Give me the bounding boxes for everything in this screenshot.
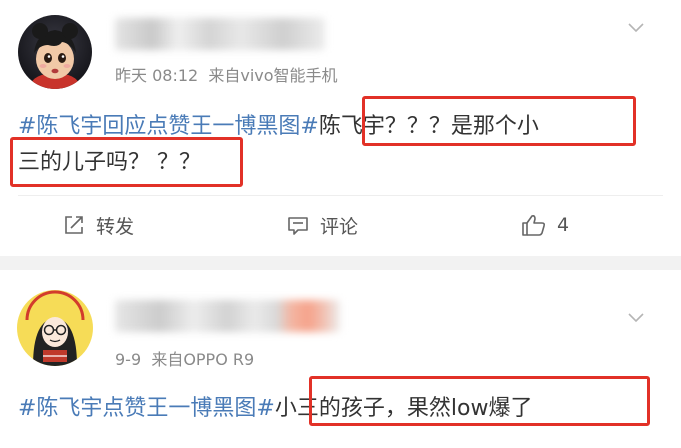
comment-button[interactable]: 评论 xyxy=(286,205,358,245)
like-button[interactable]: 4 xyxy=(521,205,569,245)
post-time: 昨天 08:12 xyxy=(115,66,199,85)
repost-icon xyxy=(65,216,83,234)
comment-label: 评论 xyxy=(320,215,359,238)
avatar[interactable] xyxy=(18,15,92,89)
repost-label: 转发 xyxy=(96,215,135,238)
username-blurred[interactable] xyxy=(115,18,325,50)
username-blurred[interactable] xyxy=(115,300,340,332)
post-source: 来自vivo智能手机 xyxy=(208,66,338,85)
post-text: 小三的孩子，果然low爆了 xyxy=(274,396,533,421)
post-separator xyxy=(0,256,681,270)
post-content-line: 三的儿子吗？ ？？ xyxy=(18,146,201,180)
post-content-line: #陈飞宇回应点赞王一博黑图#陈飞宇？？？是那个小 xyxy=(18,110,539,144)
post-meta: 9-9 来自OPPO R9 xyxy=(115,346,254,370)
chevron-down-icon[interactable] xyxy=(628,310,644,326)
comment-icon xyxy=(288,217,308,235)
avatar[interactable] xyxy=(17,290,93,366)
chevron-down-icon[interactable] xyxy=(628,20,644,36)
like-icon xyxy=(522,215,546,236)
like-count: 4 xyxy=(557,214,570,236)
post-source: 来自OPPO R9 xyxy=(151,350,255,369)
post-content-line: #陈飞宇点赞王一博黑图#小三的孩子，果然low爆了 xyxy=(18,392,532,426)
repost-button[interactable]: 转发 xyxy=(62,205,134,245)
post-text: 三的儿子吗？ ？？ xyxy=(18,150,201,175)
post-1: 昨天 08:12 来自vivo智能手机 #陈飞宇回应点赞王一博黑图#陈飞宇？？？… xyxy=(0,0,681,256)
post-text: 陈飞宇？？？是那个小 xyxy=(318,114,539,139)
topic-link[interactable]: #陈飞宇点赞王一博黑图# xyxy=(18,396,275,421)
post-time: 9-9 xyxy=(115,350,142,369)
post-meta: 昨天 08:12 来自vivo智能手机 xyxy=(115,62,338,86)
divider xyxy=(18,195,663,196)
topic-link[interactable]: #陈飞宇回应点赞王一博黑图# xyxy=(18,114,319,139)
